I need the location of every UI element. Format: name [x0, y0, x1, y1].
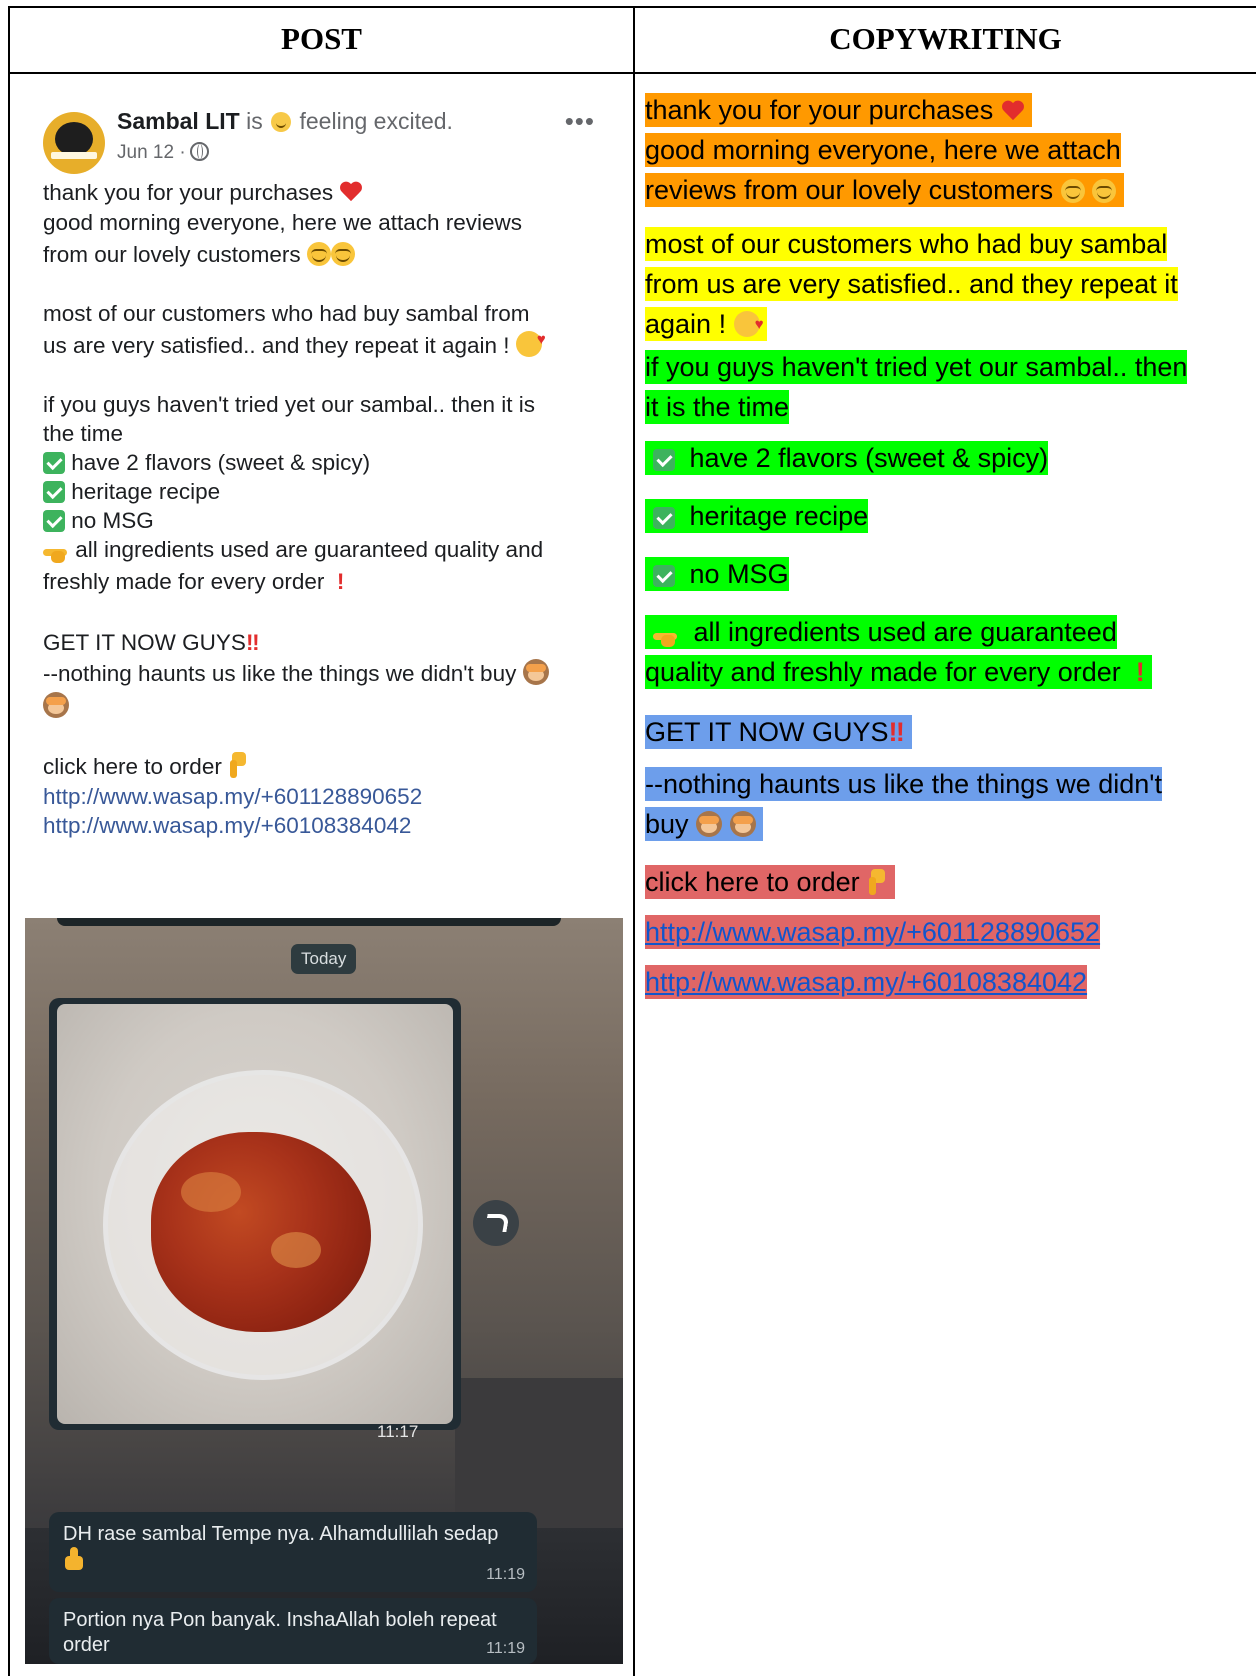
post-line: --nothing haunts us like the things we d…: [43, 659, 549, 689]
sambal-photo[interactable]: [57, 1004, 453, 1424]
date-divider: Today: [291, 944, 357, 974]
copy-line-recipe: heritage recipe: [645, 496, 1245, 536]
double-exclamation-icon: ‼: [888, 717, 905, 747]
copy-block-satisfied: most of our customers who had buy sambal…: [645, 224, 1245, 345]
check-mark-icon: [43, 510, 65, 532]
customer-review-chat-screenshot: Today 11:17 DH rase sambal Tempe nya. Al…: [25, 918, 623, 1664]
message-time: 11:19: [486, 1640, 525, 1657]
pointing-right-icon: [43, 543, 69, 563]
smiling-face-icon: [1092, 179, 1117, 203]
copy-line: thank you for your purchases: [645, 95, 994, 125]
pointing-right-icon: [652, 627, 679, 647]
smiling-face-icon: [330, 242, 355, 266]
post-line: [43, 692, 69, 722]
smiling-face-with-hearts-icon: [733, 305, 764, 345]
red-heart-icon: [1001, 101, 1025, 123]
header-divider: [8, 72, 1256, 74]
message-time: 11:19: [486, 1566, 525, 1583]
feeling-excited-icon: [271, 112, 292, 132]
post-line: good morning everyone, here we attach re…: [43, 210, 523, 235]
copy-line: again !: [645, 309, 727, 339]
post-line: freshly made for every order !: [43, 569, 345, 594]
red-heart-icon: [339, 182, 363, 204]
post-line: no MSG: [43, 506, 154, 536]
copy-line: it is the time: [645, 390, 790, 424]
order-link[interactable]: http://www.wasap.my/+60108384042: [645, 967, 1087, 997]
smiling-face-icon: [1060, 179, 1085, 203]
copy-line-order: click here to order: [645, 862, 1245, 902]
page-avatar[interactable]: [43, 112, 105, 174]
smiling-face-icon: [306, 242, 331, 266]
copy-link-2: http://www.wasap.my/+60108384042: [645, 962, 1245, 1002]
post-line: GET IT NOW GUYS‼: [43, 630, 260, 655]
copy-block-haunts: --nothing haunts us like the things we d…: [645, 767, 1162, 841]
post-author-line: Sambal LIT is feeling excited.: [117, 108, 453, 134]
copy-line: good morning everyone, here we attach: [645, 133, 1121, 167]
order-link[interactable]: http://www.wasap.my/+60108384042: [43, 811, 411, 841]
post-line: thank you for your purchases: [43, 178, 363, 208]
see-no-evil-monkey-icon: [43, 692, 69, 718]
post-line: all ingredients used are guaranteed qual…: [43, 535, 543, 565]
check-mark-icon: [652, 449, 675, 471]
copy-block-ingredients: all ingredients used are guaranteed qual…: [645, 612, 1245, 692]
double-exclamation-icon: ‼: [245, 630, 260, 655]
see-no-evil-monkey-icon: [696, 811, 723, 837]
column-divider: [633, 6, 635, 1676]
copy-block-try: if you guys haven't tried yet our sambal…: [645, 347, 1245, 427]
pointing-down-icon: [228, 752, 248, 778]
check-mark-icon: [652, 565, 675, 587]
copy-line-no-msg: no MSG: [645, 554, 1245, 594]
post-date: Jun 12 ·: [117, 142, 209, 164]
see-no-evil-monkey-icon: [729, 811, 756, 837]
page-name[interactable]: Sambal LIT: [117, 108, 240, 134]
red-exclamation-icon: !: [336, 569, 345, 594]
copy-line: from us are very satisfied.. and they re…: [645, 267, 1178, 301]
forward-icon[interactable]: [473, 1200, 519, 1246]
check-mark-icon: [652, 507, 675, 529]
order-link[interactable]: http://www.wasap.my/+601128890652: [645, 917, 1100, 947]
see-no-evil-monkey-icon: [522, 659, 549, 685]
order-link[interactable]: http://www.wasap.my/+601128890652: [43, 782, 422, 812]
copy-line: most of our customers who had buy sambal: [645, 227, 1168, 261]
post-line: the time: [43, 421, 124, 446]
pointing-down-icon: [867, 869, 887, 895]
copy-line: --nothing haunts us like the things we d…: [645, 767, 1162, 801]
copy-link-1: http://www.wasap.my/+601128890652: [645, 912, 1245, 952]
copy-line: if you guys haven't tried yet our sambal…: [645, 350, 1188, 384]
copy-line: reviews from our lovely customers: [645, 175, 1054, 205]
post-line: if you guys haven't tried yet our sambal…: [43, 392, 536, 417]
smiling-face-with-hearts-icon: [515, 325, 546, 357]
check-mark-icon: [43, 481, 65, 503]
sambal-tempe: [151, 1132, 371, 1332]
more-options-icon[interactable]: •••: [565, 106, 595, 137]
copy-line-get-it: GET IT NOW GUYS‼: [645, 712, 1245, 752]
chat-message[interactable]: DH rase sambal Tempe nya. Alhamdullilah …: [49, 1512, 537, 1592]
check-mark-icon: [43, 452, 65, 474]
post-line: us are very satisfied.. and they repeat …: [43, 325, 546, 361]
thumbs-up-icon: [63, 1547, 87, 1571]
message-time: 11:17: [377, 1422, 419, 1441]
post-column-header: POST: [281, 21, 362, 56]
red-exclamation-icon: !: [1135, 657, 1145, 687]
copy-line-flavors: have 2 flavors (sweet & spicy): [645, 438, 1245, 478]
post-line: heritage recipe: [43, 477, 220, 507]
post-line: have 2 flavors (sweet & spicy): [43, 448, 370, 478]
copywriting-column-header: COPYWRITING: [829, 21, 1062, 56]
public-globe-icon: [189, 142, 209, 161]
feeling-status: feeling excited.: [299, 108, 453, 134]
chat-message[interactable]: Portion nya Pon banyak. InshaAllah boleh…: [49, 1598, 537, 1664]
post-line: from our lovely customers: [43, 240, 355, 270]
post-line: most of our customers who had buy sambal…: [43, 301, 530, 326]
facebook-post: Sambal LIT is feeling excited. Jun 12 · …: [25, 92, 623, 910]
copy-block-greeting: thank you for your purchases good mornin…: [645, 90, 1245, 210]
post-line: click here to order: [43, 752, 248, 782]
